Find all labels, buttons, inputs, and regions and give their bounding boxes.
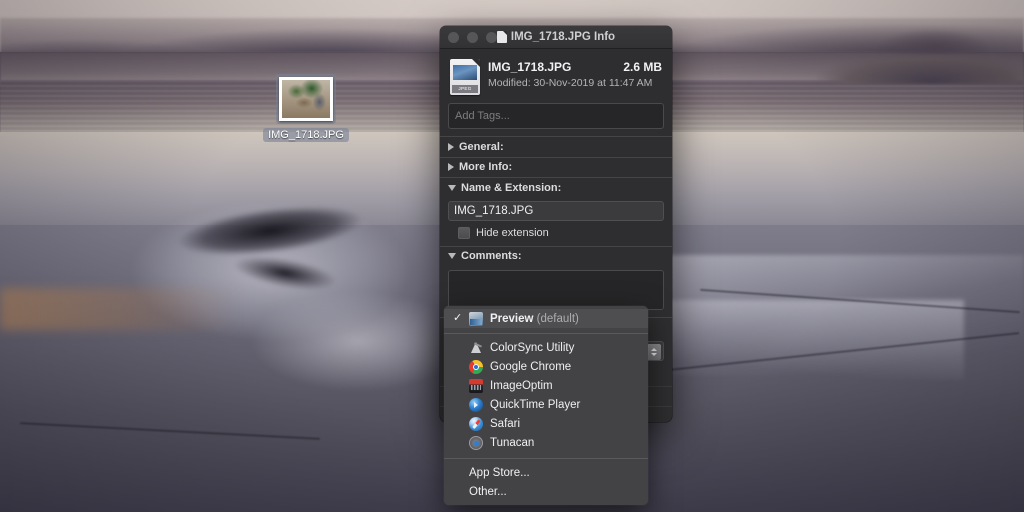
section-comments-label: Comments:	[461, 250, 522, 262]
tunacan-icon	[469, 436, 483, 450]
document-corner-fold	[472, 59, 480, 67]
menu-item-preview-label: Preview (default)	[490, 312, 579, 325]
desktop-icon-label: IMG_1718.JPG	[263, 128, 349, 142]
menu-item-tunacan-label: Tunacan	[490, 437, 535, 449]
menu-item-quicktime-player-label: QuickTime Player	[490, 399, 581, 411]
file-modified-date: Modified: 30-Nov-2019 at 11:47 AM	[488, 77, 653, 89]
chevron-down-icon[interactable]	[448, 184, 456, 191]
add-tags-input[interactable]: Add Tags...	[448, 103, 664, 129]
zoom-button[interactable]	[486, 31, 497, 43]
section-comments[interactable]: Comments:	[440, 246, 672, 266]
section-general-label: General:	[459, 140, 504, 153]
menu-item-other[interactable]: Other...	[444, 482, 648, 501]
chevron-down-icon[interactable]	[448, 253, 456, 259]
imageoptim-icon	[469, 379, 483, 393]
open-with-dropdown-menu[interactable]: ✓ Preview (default) ColorSync Utility Go…	[444, 306, 648, 505]
desktop-file-icon[interactable]: IMG_1718.JPG	[262, 74, 350, 148]
add-tags-placeholder: Add Tags...	[455, 110, 510, 122]
menu-item-google-chrome[interactable]: Google Chrome	[444, 358, 648, 377]
quicktime-icon	[469, 398, 483, 412]
menu-divider	[444, 457, 648, 458]
minimize-button[interactable]	[467, 31, 478, 43]
file-name: IMG_1718.JPG	[488, 60, 572, 74]
hide-extension-label: Hide extension	[476, 226, 549, 239]
menu-divider	[444, 333, 648, 334]
jpeg-icon-image	[453, 65, 477, 80]
preview-icon	[469, 311, 483, 326]
file-name-input[interactable]: IMG_1718.JPG	[448, 200, 664, 221]
menu-item-imageoptim[interactable]: ImageOptim	[444, 377, 648, 396]
desktop-icon-selection[interactable]	[276, 74, 336, 124]
file-header-text: IMG_1718.JPG 2.6 MB Modified: 30-Nov-201…	[488, 59, 662, 89]
jpeg-icon-badge: JPEG	[452, 85, 478, 93]
menu-item-tunacan[interactable]: Tunacan	[444, 434, 648, 453]
window-titlebar[interactable]: IMG_1718.JPG Info	[440, 26, 672, 49]
checkmark-icon: ✓	[453, 312, 463, 324]
section-name-extension[interactable]: Name & Extension:	[440, 178, 672, 198]
document-icon	[496, 31, 507, 43]
file-name-input-value: IMG_1718.JPG	[454, 204, 534, 217]
menu-item-google-chrome-label: Google Chrome	[490, 361, 572, 373]
comments-textarea[interactable]	[448, 270, 664, 310]
photo-thumbnail-frame	[279, 77, 333, 121]
menu-item-app-store[interactable]: App Store...	[444, 463, 648, 482]
section-more-info[interactable]: More Info:	[440, 157, 672, 177]
chevron-right-icon[interactable]	[448, 142, 454, 151]
menu-item-colorsync-utility[interactable]: ColorSync Utility	[444, 339, 648, 358]
menu-item-colorsync-utility-label: ColorSync Utility	[490, 342, 575, 354]
chrome-icon	[469, 360, 483, 374]
chevron-right-icon[interactable]	[448, 163, 454, 171]
menu-item-preview[interactable]: ✓ Preview (default)	[444, 309, 648, 328]
menu-item-safari-label: Safari	[490, 418, 521, 430]
menu-item-safari[interactable]: Safari	[444, 415, 648, 434]
file-header: JPEG IMG_1718.JPG 2.6 MB Modified: 30-No…	[440, 49, 672, 103]
section-general[interactable]: General:	[440, 137, 672, 157]
section-name-extension-label: Name & Extension:	[461, 181, 562, 194]
jpeg-file-icon: JPEG	[450, 59, 480, 95]
popup-arrows-icon[interactable]	[647, 343, 661, 360]
colorsync-icon	[469, 341, 483, 355]
traffic-lights[interactable]	[448, 31, 497, 43]
section-more-info-label: More Info:	[459, 161, 513, 173]
menu-item-other-label: Other...	[469, 485, 507, 498]
menu-item-imageoptim-label: ImageOptim	[490, 380, 553, 392]
photo-thumbnail	[282, 80, 330, 118]
menu-item-app-store-label: App Store...	[469, 466, 530, 479]
window-title-text: IMG_1718.JPG Info	[510, 31, 616, 43]
menu-item-quicktime-player[interactable]: QuickTime Player	[444, 396, 648, 415]
file-size: 2.6 MB	[623, 60, 662, 74]
hide-extension-checkbox[interactable]	[458, 226, 470, 239]
hide-extension-row[interactable]: Hide extension	[440, 226, 672, 246]
close-button[interactable]	[448, 31, 459, 43]
safari-icon	[469, 417, 483, 431]
